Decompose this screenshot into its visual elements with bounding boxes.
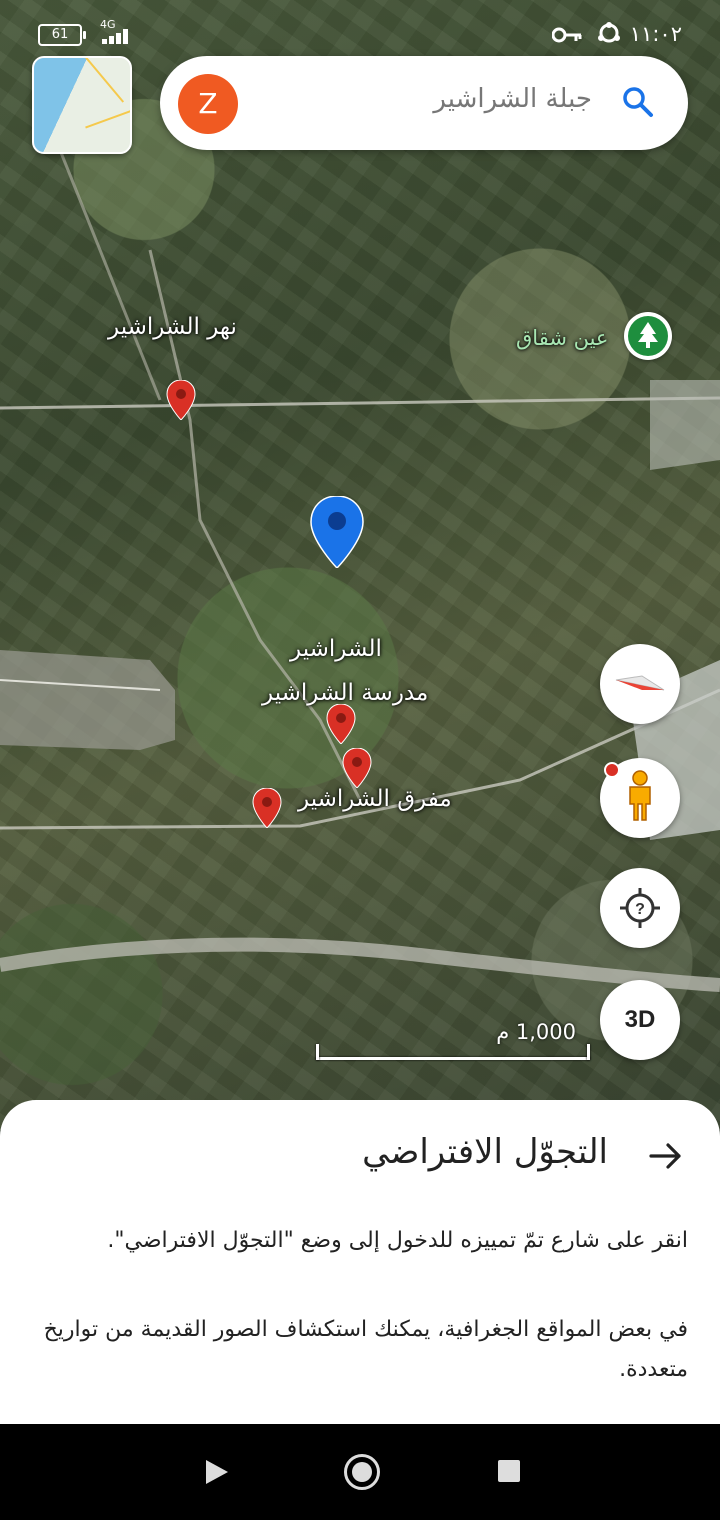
park-icon[interactable] — [624, 312, 672, 360]
satellite-map[interactable]: نهر الشراشير عين شقاق الشراشير مدرسة الش… — [0, 0, 720, 1130]
scale-line — [316, 1057, 590, 1060]
sheet-paragraph-2: في بعض المواقع الجغرافية، يمكنك استكشاف … — [43, 1317, 688, 1382]
map-label-village[interactable]: الشراشير — [290, 636, 382, 662]
map-label-river[interactable]: نهر الشراشير — [108, 314, 237, 340]
home-icon[interactable] — [344, 1454, 380, 1490]
signal-icon — [102, 28, 134, 44]
search-icon[interactable] — [620, 84, 656, 120]
sheet-paragraph-1: انقر على شارع تمّ تمييزه للدخول إلى وضع … — [107, 1228, 688, 1253]
search-query[interactable]: جبلة الشراشير — [260, 84, 592, 114]
sheet-title: التجوّل الافتراضي — [362, 1132, 608, 1172]
recents-icon[interactable] — [498, 1460, 520, 1482]
arrow-right-icon[interactable] — [648, 1138, 684, 1174]
3d-toggle-button[interactable]: 3D — [600, 980, 680, 1060]
map-pin-school[interactable] — [326, 704, 356, 744]
map-pin-junction[interactable] — [252, 788, 282, 828]
map-pin-river[interactable] — [166, 380, 196, 420]
status-bar: 61 4G ١١:٠٢ — [0, 0, 720, 52]
scale-tick-right — [587, 1044, 590, 1060]
system-nav-bar — [0, 1424, 720, 1520]
street-view-sheet: التجوّل الافتراضي انقر على شارع تمّ تميي… — [0, 1100, 720, 1424]
status-icons — [551, 22, 622, 49]
scale-label: 1,000 م — [496, 1020, 576, 1044]
key-icon — [551, 27, 582, 43]
sync-icon — [598, 22, 620, 43]
map-pin-village[interactable] — [342, 748, 372, 788]
map-scale: 1,000 م — [316, 1020, 590, 1066]
compass-icon — [615, 675, 665, 691]
account-avatar[interactable]: Z — [178, 74, 238, 134]
battery-indicator: 61 — [38, 24, 86, 46]
map-label-school[interactable]: مدرسة الشراشير — [262, 680, 428, 706]
layers-thumbnail[interactable] — [32, 56, 132, 154]
status-time: ١١:٠٢ — [629, 22, 682, 46]
current-location-pin[interactable] — [310, 496, 364, 568]
scale-tick-left — [316, 1044, 319, 1060]
back-icon[interactable] — [202, 1458, 230, 1486]
compass-button[interactable] — [600, 644, 680, 724]
svg-text:?: ? — [635, 901, 645, 918]
map-label-spring[interactable]: عين شقاق — [516, 326, 608, 350]
my-location-button[interactable]: ? — [600, 868, 680, 948]
location-help-icon: ? — [620, 888, 660, 928]
map-label-junction[interactable]: مفرق الشراشير — [298, 786, 452, 812]
search-bar[interactable]: Z جبلة الشراشير — [160, 56, 688, 150]
notification-dot — [604, 762, 620, 778]
